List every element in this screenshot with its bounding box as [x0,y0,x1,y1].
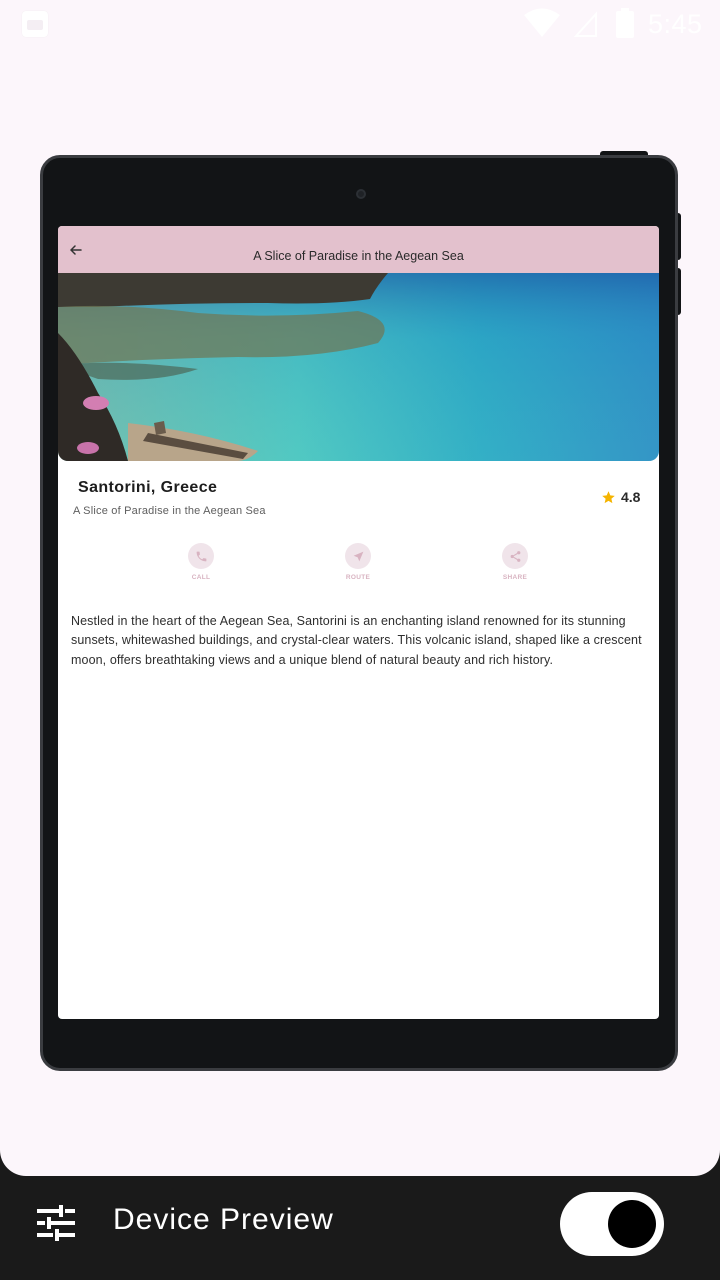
status-bar: 5:45 [0,0,720,48]
share-button[interactable]: SHARE [485,543,545,581]
rating-value: 4.8 [621,489,641,505]
route-button-circle [345,543,371,569]
battery-icon [616,8,634,38]
call-label: CALL [191,574,211,581]
status-time: 5:45 [648,9,703,39]
device-preview-toggle[interactable] [560,1192,664,1256]
place-subtitle: A Slice of Paradise in the Aegean Sea [73,505,266,517]
app-screen: A Slice of Paradise in the Aegean Sea Sa… [58,226,659,1019]
share-icon [510,550,520,562]
place-name: Santorini, Greece [78,479,218,496]
route-button[interactable]: ROUTE [328,543,388,581]
camera-icon [356,189,366,199]
share-button-circle [502,543,528,569]
action-row: CALL ROUTE SHARE [58,543,659,583]
rating: 4.8 [601,489,640,505]
phone-icon [196,551,206,561]
route-label: ROUTE [345,574,371,581]
signal-icon [574,11,597,37]
toggle-knob [608,1200,656,1248]
device-preview-screen: 5:45 A Slice of Paradise in the Aegean S… [0,0,720,1176]
star-icon [602,490,615,503]
app-notification-icon [22,11,48,37]
tune-icon[interactable] [37,1205,75,1241]
app-bar-title: A Slice of Paradise in the Aegean Sea [253,249,464,263]
hero-image [58,273,659,461]
place-description: Nestled in the heart of the Aegean Sea, … [71,614,642,667]
call-button-circle [188,543,214,569]
wifi-icon [524,8,560,37]
call-button[interactable]: CALL [171,543,231,581]
tablet-frame: A Slice of Paradise in the Aegean Sea Sa… [40,155,678,1071]
navigation-icon [353,551,363,561]
share-label: SHARE [502,574,528,581]
app-bar: A Slice of Paradise in the Aegean Sea [58,226,659,273]
device-preview-title: Device Preview [113,1203,334,1236]
